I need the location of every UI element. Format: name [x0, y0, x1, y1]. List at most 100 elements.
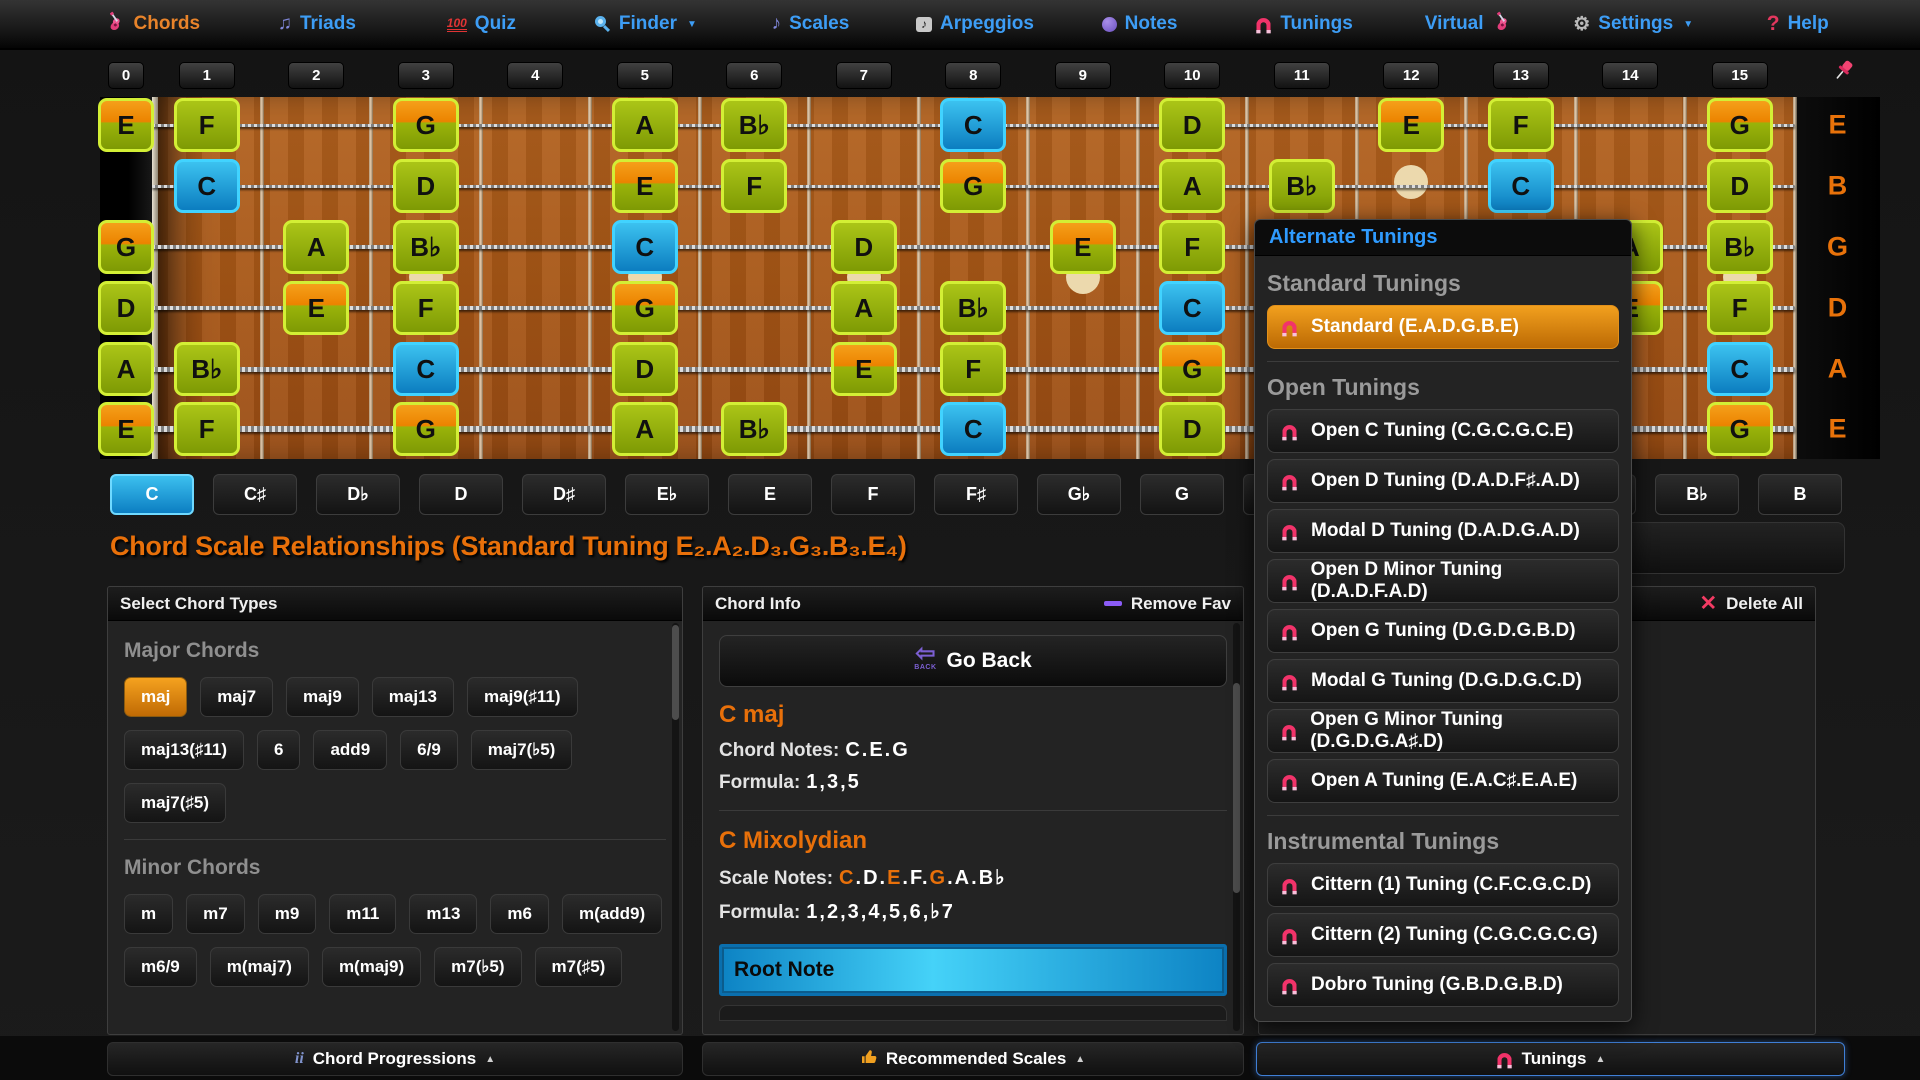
chord-type-button-m(maj7)[interactable]: m(maj7) [210, 947, 309, 987]
note-marker-b♭-s4f8[interactable]: B♭ [940, 281, 1006, 335]
chord-panel-scrollbar[interactable] [672, 623, 679, 1031]
note-marker-b♭-s1f6[interactable]: B♭ [721, 98, 787, 152]
chord-type-button-maj7(♭5)[interactable]: maj7(♭5) [471, 730, 573, 770]
tuning-option[interactable]: Open G Minor Tuning (D.G.D.G.A♯.D) [1267, 709, 1619, 753]
tuning-option[interactable]: Cittern (2) Tuning (C.G.C.G.C.G) [1267, 913, 1619, 957]
note-button-G♭[interactable]: G♭ [1037, 474, 1121, 515]
note-marker-f-s3f10[interactable]: F [1159, 220, 1225, 274]
note-marker-c-s3f5[interactable]: C [612, 220, 678, 274]
nav-item-notes[interactable]: Notes [1057, 13, 1222, 35]
chord-type-button-m7[interactable]: m7 [186, 894, 245, 934]
nav-item-virtual[interactable]: Virtual [1386, 11, 1551, 38]
chord-type-button-m11[interactable]: m11 [329, 894, 396, 934]
tuning-option[interactable]: Cittern (1) Tuning (C.F.C.G.C.D) [1267, 863, 1619, 907]
chord-type-button-m6[interactable]: m6 [490, 894, 549, 934]
note-button-E♭[interactable]: E♭ [625, 474, 709, 515]
note-marker-b♭-s3f15[interactable]: B♭ [1707, 220, 1773, 274]
chord-type-button-maj7[interactable]: maj7 [200, 677, 273, 717]
tuning-option[interactable]: Open D Minor Tuning (D.A.D.F.A.D) [1267, 559, 1619, 603]
chord-type-button-maj[interactable]: maj [124, 677, 187, 717]
note-marker-e-s2f5[interactable]: E [612, 159, 678, 213]
note-marker-d-s2f3[interactable]: D [393, 159, 459, 213]
note-marker-a-s6f5[interactable]: A [612, 402, 678, 456]
nav-item-scales[interactable]: ♪Scales [728, 13, 893, 35]
chord-type-button-m9[interactable]: m9 [258, 894, 317, 934]
go-back-button[interactable]: ⇦ BACK Go Back [719, 635, 1227, 687]
pin-icon[interactable] [1830, 58, 1856, 89]
nav-item-help[interactable]: ?Help [1715, 12, 1880, 36]
chord-type-button-maj9[interactable]: maj9 [286, 677, 359, 717]
tuning-option[interactable]: Open C Tuning (C.G.C.G.C.E) [1267, 409, 1619, 453]
note-marker-d-s1f10[interactable]: D [1159, 98, 1225, 152]
note-marker-d-s4f0[interactable]: D [98, 281, 154, 335]
note-marker-c-s1f8[interactable]: C [940, 98, 1006, 152]
chord-type-button-m7(♭5)[interactable]: m7(♭5) [434, 947, 521, 987]
note-marker-d-s2f15[interactable]: D [1707, 159, 1773, 213]
note-marker-g-s5f10[interactable]: G [1159, 342, 1225, 396]
note-marker-d-s6f10[interactable]: D [1159, 402, 1225, 456]
note-button-G[interactable]: G [1140, 474, 1224, 515]
note-marker-c-s2f1[interactable]: C [174, 159, 240, 213]
note-marker-e-s4f2[interactable]: E [283, 281, 349, 335]
note-button-E[interactable]: E [728, 474, 812, 515]
tuning-option[interactable]: Open D Tuning (D.A.D.F♯.A.D) [1267, 459, 1619, 503]
tuning-option[interactable]: Dobro Tuning (G.B.D.G.B.D) [1267, 963, 1619, 1007]
note-marker-c-s6f8[interactable]: C [940, 402, 1006, 456]
nav-item-settings[interactable]: ⚙Settings▼ [1551, 13, 1716, 36]
note-marker-f-s5f8[interactable]: F [940, 342, 1006, 396]
note-button-B♭[interactable]: B♭ [1655, 474, 1739, 515]
chord-type-button-maj13[interactable]: maj13 [372, 677, 454, 717]
bottom-button-chord-progressions[interactable]: iiChord Progressions▲ [107, 1042, 683, 1076]
tuning-option[interactable]: Open G Tuning (D.G.D.G.B.D) [1267, 609, 1619, 653]
chord-type-button-add9[interactable]: add9 [313, 730, 387, 770]
note-marker-e-s5f7[interactable]: E [831, 342, 897, 396]
note-marker-f-s1f13[interactable]: F [1488, 98, 1554, 152]
note-marker-a-s3f2[interactable]: A [283, 220, 349, 274]
chord-panel-scroll-thumb[interactable] [672, 625, 679, 720]
note-button-C♯[interactable]: C♯ [213, 474, 297, 515]
note-marker-g-s1f15[interactable]: G [1707, 98, 1773, 152]
note-marker-c-s4f10[interactable]: C [1159, 281, 1225, 335]
note-button-D[interactable]: D [419, 474, 503, 515]
note-button-B[interactable]: B [1758, 474, 1842, 515]
nav-item-arpeggios[interactable]: ♪Arpeggios [893, 13, 1058, 35]
info-panel-scroll-thumb[interactable] [1233, 683, 1240, 893]
note-button-D♯[interactable]: D♯ [522, 474, 606, 515]
note-marker-d-s3f7[interactable]: D [831, 220, 897, 274]
nav-item-tunings[interactable]: Tunings [1222, 13, 1387, 35]
nav-item-quiz[interactable]: 100Quiz [399, 13, 564, 35]
note-marker-a-s4f7[interactable]: A [831, 281, 897, 335]
note-marker-e-s1f12[interactable]: E [1378, 98, 1444, 152]
chord-type-button-m6/9[interactable]: m6/9 [124, 947, 197, 987]
chord-type-button-6/9[interactable]: 6/9 [400, 730, 458, 770]
note-marker-d-s5f5[interactable]: D [612, 342, 678, 396]
note-marker-c-s5f15[interactable]: C [1707, 342, 1773, 396]
note-marker-a-s5f0[interactable]: A [98, 342, 154, 396]
remove-fav-button[interactable]: Remove Fav [1104, 594, 1231, 614]
note-marker-g-s3f0[interactable]: G [98, 220, 154, 274]
nav-item-chords[interactable]: Chords [70, 11, 235, 38]
note-marker-a-s1f5[interactable]: A [612, 98, 678, 152]
note-marker-g-s4f5[interactable]: G [612, 281, 678, 335]
note-marker-a-s2f10[interactable]: A [1159, 159, 1225, 213]
note-marker-c-s2f13[interactable]: C [1488, 159, 1554, 213]
note-marker-f-s4f15[interactable]: F [1707, 281, 1773, 335]
chord-type-button-m(add9)[interactable]: m(add9) [562, 894, 662, 934]
note-marker-e-s3f9[interactable]: E [1050, 220, 1116, 274]
note-button-C[interactable]: C [110, 474, 194, 515]
note-marker-b♭-s5f1[interactable]: B♭ [174, 342, 240, 396]
note-marker-f-s6f1[interactable]: F [174, 402, 240, 456]
note-marker-g-s6f15[interactable]: G [1707, 402, 1773, 456]
note-marker-b♭-s2f11[interactable]: B♭ [1269, 159, 1335, 213]
note-button-F♯[interactable]: F♯ [934, 474, 1018, 515]
note-marker-e-s6f0[interactable]: E [98, 402, 154, 456]
chord-type-button-maj9(♯11)[interactable]: maj9(♯11) [467, 677, 578, 717]
chord-type-button-m13[interactable]: m13 [409, 894, 477, 934]
chord-type-button-m[interactable]: m [124, 894, 173, 934]
note-marker-g-s2f8[interactable]: G [940, 159, 1006, 213]
note-marker-f-s1f1[interactable]: F [174, 98, 240, 152]
note-marker-b♭-s3f3[interactable]: B♭ [393, 220, 459, 274]
tuning-option[interactable]: Open A Tuning (E.A.C♯.E.A.E) [1267, 759, 1619, 803]
info-panel-scrollbar[interactable] [1233, 623, 1240, 1031]
nav-item-finder[interactable]: Finder▼ [564, 13, 729, 35]
